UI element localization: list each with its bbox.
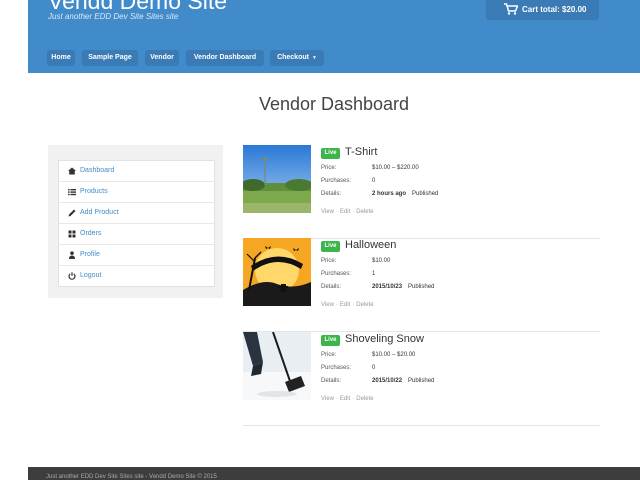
sidebar-item-add-product[interactable]: Add Product [59, 203, 214, 224]
details-label: Details: [321, 284, 342, 290]
cart-total-label: Cart total: $20.00 [522, 5, 587, 14]
price-label: Price: [321, 165, 337, 171]
purchases-value: 1 [372, 271, 376, 277]
sidebar-item-products[interactable]: Products [59, 182, 214, 203]
sidebar-item-label: Profile [80, 251, 100, 258]
sidebar-item-profile[interactable]: Profile [59, 245, 214, 266]
product-item: Live Shoveling Snow Price: $10.00 – $20.… [243, 332, 600, 426]
details-date: 2015/10/22 [372, 378, 403, 384]
details-value: 2 hours ago Published [372, 191, 438, 197]
cart-total-button[interactable]: Cart total: $20.00 [486, 0, 599, 20]
product-thumbnail[interactable] [243, 145, 311, 213]
nav-sample-page[interactable]: Sample Page [82, 50, 138, 66]
snow-shoveling-image [243, 332, 311, 400]
edit-link[interactable]: Edit [340, 209, 350, 215]
price-value: $10.00 – $20.00 [372, 352, 416, 358]
nav-vendor-dashboard[interactable]: Vendor Dashboard [186, 50, 264, 66]
product-title[interactable]: Shoveling Snow [345, 333, 424, 345]
product-item: Live Halloween Price: $10.00 Purchases: … [243, 238, 600, 332]
details-value: 2015/10/22 Published [372, 378, 434, 384]
separator: · [335, 396, 338, 402]
sidebar-item-label: Dashboard [80, 167, 115, 174]
sidebar-item-label: Orders [80, 230, 102, 237]
status-badge: Live [321, 335, 340, 346]
product-actions: View · Edit · Delete [321, 209, 374, 215]
power-icon [68, 272, 76, 280]
page-title: Vendor Dashboard [258, 94, 410, 114]
site-footer: Just another EDD Dev Site Sites site - V… [28, 467, 640, 480]
details-date: 2 hours ago [372, 191, 407, 197]
price-value: $10.00 – $220.00 [372, 165, 419, 171]
halloween-image [243, 238, 311, 306]
status-badge: Live [321, 241, 340, 252]
grid-icon [68, 230, 76, 238]
nav-home[interactable]: Home [47, 50, 75, 66]
site-tagline: Just another EDD Dev Site Sites site [48, 12, 179, 21]
user-icon [69, 251, 75, 259]
details-value: 2015/10/23 Published [372, 284, 434, 290]
separator: · [352, 209, 355, 215]
sidebar-item-logout[interactable]: Logout [59, 266, 214, 286]
nav-vendor[interactable]: Vendor [145, 50, 179, 66]
separator: · [352, 396, 355, 402]
delete-link[interactable]: Delete [356, 209, 373, 215]
nav-checkout-label: Checkout [277, 54, 309, 61]
edit-link[interactable]: Edit [340, 396, 350, 402]
view-link[interactable]: View [321, 396, 334, 402]
vendor-sidebar: Dashboard Products Add Product Orders Pr… [48, 145, 223, 298]
separator: · [352, 302, 355, 308]
sidebar-item-label: Logout [80, 272, 102, 279]
purchases-label: Purchases: [321, 271, 352, 277]
price-label: Price: [321, 258, 337, 264]
edit-link[interactable]: Edit [340, 302, 350, 308]
view-link[interactable]: View [321, 209, 334, 215]
purchases-label: Purchases: [321, 365, 352, 371]
details-label: Details: [321, 191, 342, 197]
product-item: Live T-Shirt Price: $10.00 – $220.00 Pur… [243, 145, 600, 239]
list-icon [68, 189, 76, 196]
price-label: Price: [321, 352, 337, 358]
vendor-menu: Dashboard Products Add Product Orders Pr… [58, 160, 215, 287]
product-thumbnail[interactable] [243, 238, 311, 306]
published-status: Published [412, 191, 439, 197]
pencil-icon [68, 209, 76, 217]
delete-link[interactable]: Delete [356, 302, 373, 308]
shopping-cart-icon [504, 3, 518, 15]
separator: · [335, 209, 338, 215]
purchases-label: Purchases: [321, 178, 352, 184]
caret-down-icon: ▼ [311, 55, 317, 61]
sidebar-item-dashboard[interactable]: Dashboard [59, 161, 214, 182]
sidebar-item-label: Add Product [80, 209, 119, 216]
product-actions: View · Edit · Delete [321, 302, 374, 308]
published-status: Published [408, 284, 435, 290]
footer-text: Just another EDD Dev Site Sites site - V… [46, 474, 217, 480]
sidebar-item-label: Products [80, 188, 108, 195]
published-status: Published [408, 378, 435, 384]
nav-checkout[interactable]: Checkout ▼ [270, 50, 324, 66]
purchases-value: 0 [372, 178, 376, 184]
view-link[interactable]: View [321, 302, 334, 308]
site-header: Vendd Demo Site Just another EDD Dev Sit… [28, 0, 640, 73]
park-photo-image [243, 145, 311, 213]
details-label: Details: [321, 378, 342, 384]
details-date: 2015/10/23 [372, 284, 403, 290]
product-title[interactable]: T-Shirt [345, 146, 377, 158]
separator: · [335, 302, 338, 308]
price-value: $10.00 [372, 258, 391, 264]
sidebar-item-orders[interactable]: Orders [59, 224, 214, 245]
purchases-value: 0 [372, 365, 376, 371]
product-actions: View · Edit · Delete [321, 396, 374, 402]
page: Vendd Demo Site Just another EDD Dev Sit… [28, 0, 640, 480]
delete-link[interactable]: Delete [356, 396, 373, 402]
status-badge: Live [321, 148, 340, 159]
product-thumbnail[interactable] [243, 332, 311, 400]
product-title[interactable]: Halloween [345, 239, 396, 251]
home-icon [68, 167, 76, 175]
